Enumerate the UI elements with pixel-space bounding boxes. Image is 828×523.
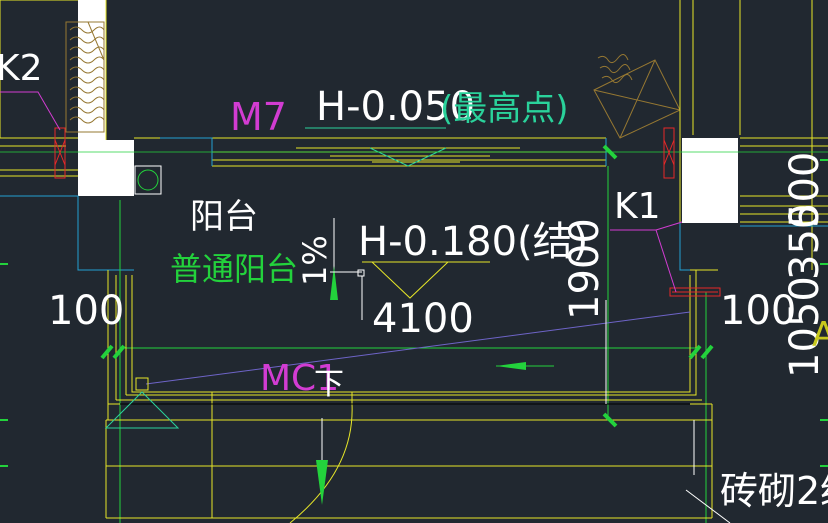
direction-arrow bbox=[496, 362, 554, 370]
label-dim-left-100: 100 bbox=[48, 288, 124, 334]
label-slope: 1% bbox=[296, 235, 334, 286]
down-arrow bbox=[316, 418, 328, 505]
floor-plan-drawing[interactable]: K2 M7 H-0.050 (最高点) 阳台 普通阳台 1% H-0.180(结… bbox=[0, 0, 828, 523]
right-column-fill bbox=[682, 138, 738, 223]
label-elev-top-note: (最高点) bbox=[440, 89, 569, 129]
label-elev-struct: H-0.180(结) bbox=[358, 219, 588, 265]
label-edge-a: A bbox=[812, 315, 828, 355]
left-wall bbox=[0, 0, 162, 196]
label-k1: K1 bbox=[614, 186, 661, 227]
label-dim-350: 350 bbox=[782, 204, 828, 280]
label-balcony-name: 阳台 bbox=[190, 197, 258, 237]
elevation-marker-top bbox=[369, 147, 447, 167]
right-hatch-pattern bbox=[593, 54, 681, 139]
label-dim-4100: 4100 bbox=[372, 296, 474, 342]
label-dim-1900: 1900 bbox=[562, 218, 608, 320]
cad-drawing-canvas[interactable]: K2 M7 H-0.050 (最高点) 阳台 普通阳台 1% H-0.180(结… bbox=[0, 0, 828, 523]
label-k2: K2 bbox=[0, 48, 43, 89]
label-down: 下 bbox=[314, 367, 344, 402]
white-guides bbox=[605, 300, 731, 523]
drain-pipe-icon bbox=[137, 169, 159, 191]
label-balcony-type: 普通阳台 bbox=[170, 250, 298, 288]
label-m7: M7 bbox=[230, 95, 287, 139]
label-brick-note: 砖砌2级 bbox=[720, 469, 828, 513]
